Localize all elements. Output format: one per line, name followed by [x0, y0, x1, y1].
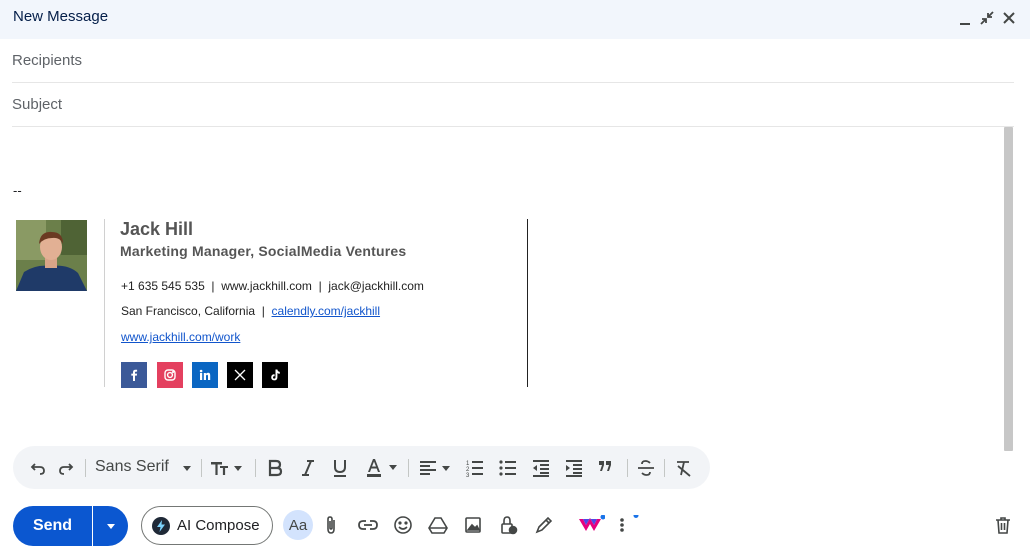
bold-icon[interactable] [267, 457, 283, 479]
compose-title: New Message [13, 8, 109, 25]
remove-formatting-icon[interactable] [675, 457, 693, 479]
bulleted-list-icon[interactable] [499, 457, 517, 479]
text-color-icon[interactable] [366, 457, 400, 479]
ai-compose-button[interactable]: AI Compose [141, 506, 273, 545]
x-icon[interactable] [227, 362, 253, 388]
separator: | [261, 304, 265, 318]
signature-email: jack@jackhill.com [328, 279, 424, 293]
signature-location: San Francisco, California [121, 304, 256, 318]
signature-phone: +1 635 545 535 [121, 279, 205, 293]
font-dropdown-icon[interactable] [181, 457, 193, 479]
strikethrough-icon[interactable] [637, 457, 655, 479]
signature-contact-line: +1 635 545 535 | www.jackhill.com | jack… [121, 279, 424, 293]
toolbar-separator [627, 459, 628, 477]
chevron-down-icon [106, 524, 115, 529]
calendly-link[interactable]: calendly.com/jackhill [272, 304, 381, 318]
subject-field[interactable]: Subject [12, 83, 1014, 127]
work-link[interactable]: www.jackhill.com/work [121, 330, 240, 344]
signature-role: Marketing Manager, SocialMedia Ventures [120, 243, 407, 259]
signature-right-border [527, 219, 528, 387]
exit-fullscreen-icon[interactable] [977, 8, 997, 28]
signature-separator: -- [13, 183, 22, 198]
redo-icon[interactable] [57, 457, 75, 479]
numbered-list-icon[interactable]: 123 [466, 457, 484, 479]
send-options-button[interactable] [93, 506, 128, 546]
indent-less-icon[interactable] [532, 457, 550, 479]
link-icon[interactable] [357, 514, 379, 536]
minimize-icon[interactable] [955, 8, 975, 28]
italic-icon[interactable] [300, 457, 316, 479]
font-size-icon[interactable] [210, 457, 246, 479]
signature-photo [16, 220, 87, 291]
linkedin-icon[interactable] [192, 362, 218, 388]
toolbar-separator [664, 459, 665, 477]
emoji-icon[interactable] [392, 514, 414, 536]
close-icon[interactable] [999, 8, 1019, 28]
signature-icon[interactable] [533, 514, 555, 536]
svg-text:3: 3 [466, 473, 470, 477]
extension-icon[interactable] [577, 514, 605, 536]
toolbar-separator [85, 459, 86, 477]
send-button[interactable]: Send [13, 506, 92, 546]
align-icon[interactable] [419, 457, 455, 479]
underline-icon[interactable] [332, 457, 348, 479]
toolbar-separator [408, 459, 409, 477]
lightning-icon [152, 516, 170, 535]
quote-icon[interactable] [598, 457, 614, 479]
ai-compose-label: AI Compose [177, 517, 260, 534]
signature-name: Jack Hill [120, 219, 194, 239]
signature-location-line: San Francisco, California | calendly.com… [121, 304, 380, 318]
attach-icon[interactable] [320, 514, 342, 536]
recipients-field[interactable]: Recipients [12, 39, 1014, 83]
discard-draft-icon[interactable] [992, 514, 1014, 536]
tiktok-icon[interactable] [262, 362, 288, 388]
instagram-icon[interactable] [157, 362, 183, 388]
confidential-mode-icon[interactable] [497, 514, 519, 536]
signature-divider [104, 219, 105, 387]
more-options-icon[interactable] [611, 514, 639, 536]
body-scrollbar[interactable] [1004, 127, 1013, 451]
signature-website: www.jackhill.com [221, 279, 312, 293]
toolbar-separator [201, 459, 202, 477]
compose-header: New Message [0, 0, 1030, 39]
insert-photo-icon[interactable] [462, 514, 484, 536]
undo-icon[interactable] [29, 457, 47, 479]
signature-work-line: www.jackhill.com/work [121, 330, 240, 344]
separator: | [318, 279, 322, 293]
font-select[interactable]: Sans Serif [95, 458, 169, 476]
formatting-options-button[interactable]: Aa [283, 510, 313, 540]
drive-icon[interactable] [427, 514, 449, 536]
toolbar-separator [255, 459, 256, 477]
indent-more-icon[interactable] [565, 457, 583, 479]
facebook-icon[interactable] [121, 362, 147, 388]
separator: | [211, 279, 215, 293]
formatting-toolbar: Sans Serif 123 [13, 446, 710, 489]
